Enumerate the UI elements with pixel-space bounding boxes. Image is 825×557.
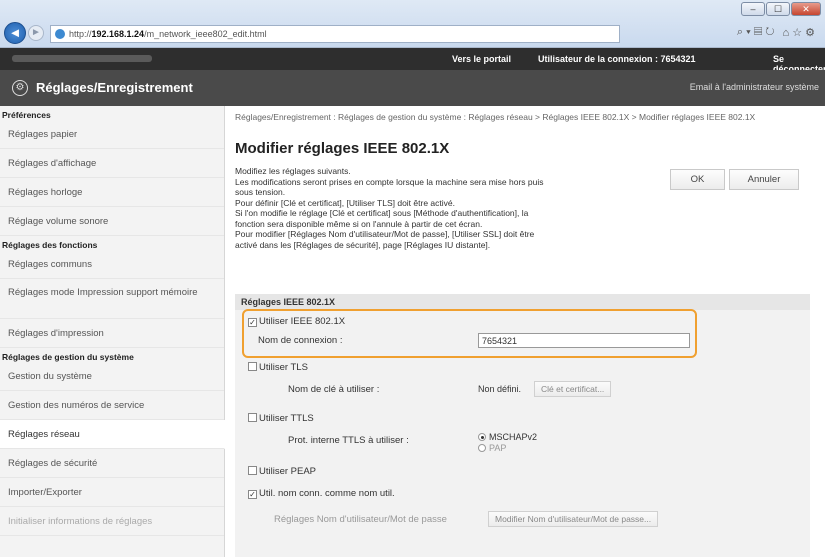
sidebar-item-service-numbers[interactable]: Gestion des numéros de service: [0, 391, 224, 420]
url-prefix: http://: [69, 29, 92, 39]
sidebar-item-common[interactable]: Réglages communs: [0, 250, 224, 279]
search-icon[interactable]: ⌕ ▾ ▤ ↻: [737, 26, 775, 39]
radio-pap[interactable]: [478, 444, 486, 452]
use-login-as-user-checkbox[interactable]: ✓: [248, 490, 257, 499]
email-admin-link[interactable]: Email à l'administrateur système: [690, 82, 819, 92]
use-peap-label: Utiliser PEAP: [259, 466, 317, 477]
header-title: Réglages/Enregistrement: [36, 80, 193, 95]
description-line: Pour modifier [Réglages Nom d'utilisateu…: [235, 229, 535, 239]
sidebar-section-preferences: Préférences: [2, 110, 51, 120]
sidebar-item-init-settings[interactable]: Initialiser informations de réglages: [0, 507, 224, 536]
key-name-value: Non défini.: [478, 384, 522, 394]
key-certificate-button[interactable]: Clé et certificat...: [534, 381, 612, 397]
device-name-blurred: [12, 55, 152, 62]
use-ttls-checkbox[interactable]: [248, 413, 257, 422]
breadcrumb: Réglages/Enregistrement : Réglages de ge…: [235, 112, 756, 122]
page-title: Modifier réglages IEEE 802.1X: [235, 140, 450, 157]
ie-icon: [55, 29, 65, 39]
use-login-as-user-label: Util. nom conn. comme nom util.: [259, 488, 395, 499]
description-line: Si l'on modifie le réglage [Clé et certi…: [235, 208, 529, 218]
page-header: ⚙ Réglages/Enregistrement Email à l'admi…: [0, 70, 825, 106]
minimize-button[interactable]: ‒: [741, 2, 765, 16]
use-login-as-user-row: ✓ Util. nom conn. comme nom util.: [248, 488, 395, 499]
description: Modifiez les réglages suivants. Les modi…: [235, 166, 645, 250]
description-line: Les modifications seront prises en compt…: [235, 176, 544, 187]
description-line: Pour définir [Clé et certificat], [Utili…: [235, 197, 455, 208]
description-line: activé dans les [Réglages de sécurité], …: [235, 239, 491, 250]
sidebar-item-security[interactable]: Réglages de sécurité: [0, 449, 224, 478]
sidebar-item-system[interactable]: Gestion du système: [0, 362, 224, 391]
use-tls-label: Utiliser TLS: [259, 362, 308, 373]
address-bar[interactable]: http://192.168.1.24/m_network_ieee802_ed…: [50, 25, 620, 43]
ttls-option-pap[interactable]: PAP: [478, 443, 506, 453]
sidebar-item-import-export[interactable]: Importer/Exporter: [0, 478, 224, 507]
use-ttls-label: Utiliser TTLS: [259, 413, 314, 424]
sidebar-section-management: Réglages de gestion du système: [2, 352, 134, 362]
close-button[interactable]: ✕: [791, 2, 821, 16]
sidebar: Préférences Réglages papier Réglages d'a…: [0, 106, 225, 557]
description-line: fonction sera disponible même si on l'an…: [235, 218, 483, 229]
top-strip: Vers le portail Utilisateur de la connex…: [0, 48, 825, 74]
maximize-button[interactable]: ☐: [766, 2, 790, 16]
back-button[interactable]: ◄: [4, 22, 26, 44]
window-controls: ‒ ☐ ✕: [741, 2, 821, 16]
modify-userpass-button[interactable]: Modifier Nom d'utilisateur/Mot de passe.…: [488, 511, 659, 527]
radio-mschapv2[interactable]: [478, 433, 486, 441]
login-user-label: Utilisateur de la connexion : 7654321: [538, 54, 696, 64]
sidebar-item-memory-print[interactable]: Réglages mode Impression support mémoire: [0, 279, 224, 319]
userpass-label: Réglages Nom d'utilisateur/Mot de passe: [274, 514, 447, 525]
ttls-option-mschapv2[interactable]: MSCHAPv2: [478, 432, 537, 442]
sidebar-item-display[interactable]: Réglages d'affichage: [0, 149, 224, 178]
sidebar-item-network[interactable]: Réglages réseau: [0, 420, 225, 449]
description-line: sous tension.: [235, 187, 286, 197]
forward-button[interactable]: ►: [28, 25, 44, 41]
browser-toolbar: ‒ ☐ ✕ ◄ ► http://192.168.1.24/m_network_…: [0, 0, 825, 48]
cancel-button[interactable]: Annuler: [729, 169, 799, 190]
sidebar-section-functions: Réglages des fonctions: [2, 240, 98, 250]
sidebar-item-print[interactable]: Réglages d'impression: [0, 319, 224, 348]
settings-gear-icon: ⚙: [12, 80, 28, 96]
sidebar-item-volume[interactable]: Réglage volume sonore: [0, 207, 224, 236]
highlight-box: [242, 309, 697, 358]
home-star-gear-icon[interactable]: ⌂ ☆ ⚙: [783, 26, 815, 39]
sidebar-item-paper[interactable]: Réglages papier: [0, 120, 224, 149]
ok-button[interactable]: OK: [670, 169, 725, 190]
use-tls-row: Utiliser TLS: [248, 362, 308, 373]
portal-link[interactable]: Vers le portail: [452, 54, 511, 64]
use-peap-row: Utiliser PEAP: [248, 466, 316, 477]
browser-toolbar-icons: ⌕ ▾ ▤ ↻ ⌂ ☆ ⚙: [737, 26, 815, 39]
use-tls-checkbox[interactable]: [248, 362, 257, 371]
description-line: Modifiez les réglages suivants.: [235, 166, 351, 176]
use-ttls-row: Utiliser TTLS: [248, 413, 314, 424]
use-peap-checkbox[interactable]: [248, 466, 257, 475]
key-name-label: Nom de clé à utiliser :: [288, 384, 380, 395]
url-path: /m_network_ieee802_edit.html: [144, 29, 267, 39]
url-host: 192.168.1.24: [91, 29, 145, 39]
section-header-ieee: Réglages IEEE 802.1X: [235, 294, 810, 310]
ttls-protocol-label: Prot. interne TTLS à utiliser :: [288, 435, 409, 446]
sidebar-item-clock[interactable]: Réglages horloge: [0, 178, 224, 207]
